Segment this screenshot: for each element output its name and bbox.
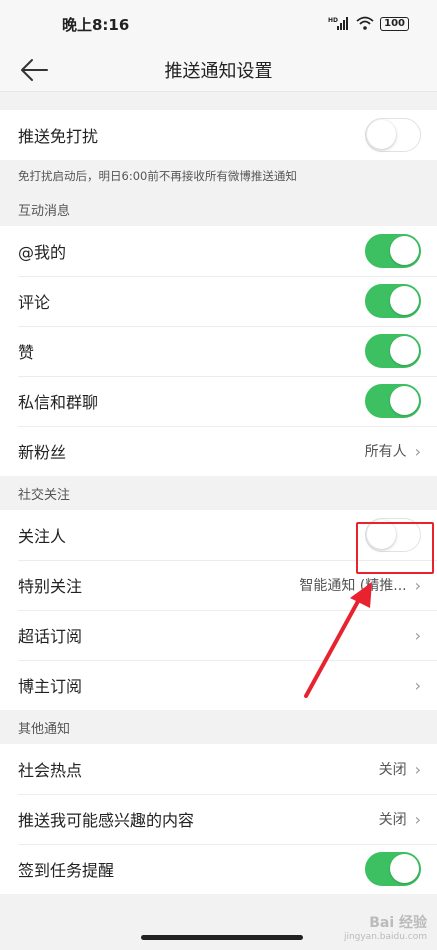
battery-icon: 100 bbox=[380, 17, 409, 31]
setting-label: 赞 bbox=[18, 343, 35, 362]
arrow-left-icon bbox=[21, 59, 48, 81]
svg-text:HD: HD bbox=[328, 17, 338, 24]
setting-dnd: 推送免打扰 bbox=[0, 110, 437, 160]
nav-header: 推送通知设置 bbox=[0, 48, 437, 92]
watermark-url: jingyan.baidu.com bbox=[343, 932, 427, 942]
dm-toggle[interactable] bbox=[365, 384, 421, 418]
watermark: Bai 经验 jingyan.baidu.com bbox=[344, 916, 427, 944]
signal-icon: HD bbox=[328, 16, 350, 33]
back-button[interactable] bbox=[18, 56, 50, 84]
setting-label: 私信和群聊 bbox=[18, 393, 99, 412]
chevron-right-icon: › bbox=[414, 759, 421, 779]
spacer bbox=[0, 92, 437, 110]
mention-toggle[interactable] bbox=[365, 234, 421, 268]
chevron-right-icon: › bbox=[414, 441, 421, 461]
setting-value: 关闭 bbox=[378, 762, 407, 778]
setting-new-fans[interactable]: 新粉丝 所有人 › bbox=[0, 426, 437, 476]
setting-label: 关注人 bbox=[18, 527, 67, 546]
page-title: 推送通知设置 bbox=[164, 60, 273, 82]
setting-value: 所有人 bbox=[364, 444, 407, 460]
section-other: 其他通知 bbox=[0, 710, 437, 744]
home-indicator[interactable] bbox=[141, 935, 303, 940]
setting-checkin: 签到任务提醒 bbox=[0, 844, 437, 894]
chevron-right-icon: › bbox=[414, 575, 421, 595]
setting-hot[interactable]: 社会热点 关闭 › bbox=[0, 744, 437, 794]
setting-label: 推送免打扰 bbox=[18, 127, 99, 146]
setting-label: 特别关注 bbox=[18, 577, 83, 596]
setting-label: 签到任务提醒 bbox=[18, 861, 115, 880]
follow-toggle[interactable] bbox=[365, 518, 421, 552]
setting-label: 推送我可能感兴趣的内容 bbox=[18, 811, 195, 830]
setting-dm: 私信和群聊 bbox=[0, 376, 437, 426]
section-interaction: 互动消息 bbox=[0, 192, 437, 226]
setting-value: 关闭 bbox=[378, 812, 407, 828]
status-icons: HD 100 bbox=[328, 16, 409, 33]
chevron-right-icon: › bbox=[414, 675, 421, 695]
comment-toggle[interactable] bbox=[365, 284, 421, 318]
dnd-note: 免打扰启动后，明日6:00前不再接收所有微博推送通知 bbox=[0, 160, 437, 192]
status-time: 晚上8:16 bbox=[62, 15, 130, 34]
setting-label: 评论 bbox=[18, 293, 51, 312]
section-social: 社交关注 bbox=[0, 476, 437, 510]
wifi-icon bbox=[356, 16, 374, 33]
watermark-logo: Bai 经验 bbox=[369, 915, 427, 931]
like-toggle[interactable] bbox=[365, 334, 421, 368]
setting-interest[interactable]: 推送我可能感兴趣的内容 关闭 › bbox=[0, 794, 437, 844]
chevron-right-icon: › bbox=[414, 809, 421, 829]
setting-mention: @我的 bbox=[0, 226, 437, 276]
setting-label: @我的 bbox=[18, 243, 67, 262]
annotation-arrow bbox=[304, 582, 372, 698]
status-bar: 晚上8:16 HD 100 bbox=[0, 0, 437, 48]
dnd-toggle[interactable] bbox=[365, 118, 421, 152]
setting-follow: 关注人 bbox=[0, 510, 437, 560]
setting-like: 赞 bbox=[0, 326, 437, 376]
chevron-right-icon: › bbox=[414, 625, 421, 645]
setting-label: 社会热点 bbox=[18, 761, 83, 780]
setting-comment: 评论 bbox=[0, 276, 437, 326]
checkin-toggle[interactable] bbox=[365, 852, 421, 886]
setting-label: 新粉丝 bbox=[18, 443, 67, 462]
